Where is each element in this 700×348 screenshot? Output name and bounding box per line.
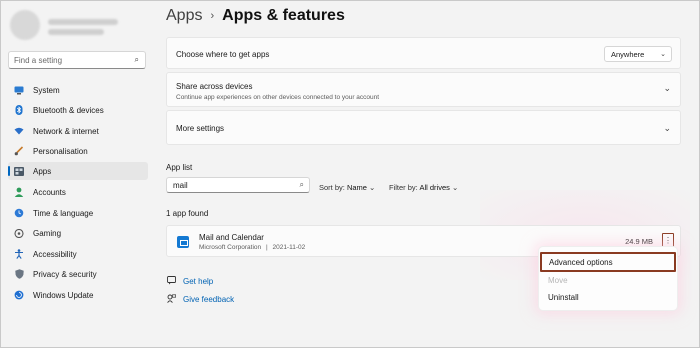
settings-search-input[interactable]: Find a setting ⌕ [8,51,146,69]
filter-by-control[interactable]: Filter by: All drives ⌄ [389,183,458,192]
feedback-icon [166,294,176,305]
app-count: 1 app found [166,209,209,218]
filter-label: Filter by: [389,183,418,192]
sidebar-item-bluetooth[interactable]: Bluetooth & devices [8,101,148,119]
card-where-to-get-apps: Choose where to get apps Anywhere ⌄ [166,37,681,69]
search-icon[interactable]: ⌕ [135,55,139,65]
app-install-date: 2021-11-02 [272,244,306,251]
chevron-down-icon: ⌄ [369,183,376,192]
mail-app-icon [177,236,189,248]
sidebar-item-label: Time & language [33,208,94,218]
chevron-right-icon: › [210,10,215,22]
card-title: Share across devices [176,82,253,91]
sidebar-item-privacy[interactable]: Privacy & security [8,265,148,283]
chevron-down-icon: ⌄ [451,183,459,192]
sidebar-item-label: Accessibility [33,249,77,259]
app-size: 24.9 MB [625,237,653,246]
page-title: Apps & features [222,7,345,24]
menu-item-uninstall[interactable]: Uninstall [548,293,579,302]
menu-item-label: Advanced options [549,258,613,267]
person-icon [14,187,24,197]
sidebar-item-label: Windows Update [33,290,94,300]
app-list-search-input[interactable]: mail ⌕ [166,177,310,193]
app-list-label: App list [166,163,193,172]
globe-clock-icon [14,208,24,218]
card-title: Choose where to get apps [176,50,270,59]
card-share-across-devices[interactable]: Share across devices Continue app experi… [166,72,681,107]
sidebar-item-label: Privacy & security [33,269,97,279]
sidebar-item-label: Bluetooth & devices [33,105,104,115]
sort-value: Name [346,183,367,192]
avatar [10,10,40,40]
chevron-down-icon: ⌄ [663,83,671,93]
sidebar-item-label: Gaming [33,228,62,238]
more-options-icon[interactable]: ⋮ [662,233,674,247]
sidebar-item-time-language[interactable]: Time & language [8,204,148,222]
breadcrumb-parent[interactable]: Apps [166,7,202,25]
sidebar-item-gaming[interactable]: Gaming [8,224,148,242]
app-source-dropdown[interactable]: Anywhere ⌄ [604,46,672,62]
app-list-search-value: mail [173,181,188,190]
sidebar-item-network[interactable]: Network & internet [8,122,148,140]
sidebar-item-personalisation[interactable]: Personalisation [8,142,148,160]
give-feedback-link[interactable]: Give feedback [166,294,234,305]
profile-name-blurred [48,19,118,25]
meta-separator: | [265,244,268,251]
get-help-label: Get help [183,277,214,286]
settings-search-placeholder: Find a setting [14,56,63,65]
card-subtitle: Continue app experiences on other device… [176,94,380,101]
wifi-icon [14,126,24,136]
sidebar-item-windows-update[interactable]: Windows Update [8,286,148,304]
app-name: Mail and Calendar [199,233,264,242]
help-icon [166,276,176,287]
chevron-down-icon: ⌄ [660,51,666,58]
apps-icon [14,166,24,176]
update-icon [14,290,24,300]
filter-value: All drives [419,183,450,192]
monitor-icon [14,85,24,95]
app-meta: Microsoft Corporation | 2021-11-02 [199,244,305,251]
brush-icon [14,146,24,156]
accessibility-icon [14,249,24,259]
sort-by-control[interactable]: Sort by: Name ⌄ [319,183,375,192]
breadcrumb: Apps › Apps & features [166,7,345,25]
sidebar-item-accounts[interactable]: Accounts [8,183,148,201]
search-icon[interactable]: ⌕ [300,180,304,190]
sidebar-item-label: Apps [33,166,52,176]
profile-email-blurred [48,29,104,35]
chevron-down-icon: ⌄ [663,123,671,133]
sidebar-item-label: Network & internet [33,126,99,136]
get-help-link[interactable]: Get help [166,276,213,287]
sidebar-item-system[interactable]: System [8,81,148,99]
active-indicator [8,166,10,176]
menu-item-move: Move [548,276,568,285]
user-profile [10,10,150,40]
card-more-settings[interactable]: More settings ⌄ [166,110,681,145]
sort-label: Sort by: [319,183,345,192]
bluetooth-icon [14,105,24,115]
sidebar-item-accessibility[interactable]: Accessibility [8,245,148,263]
sidebar-item-apps[interactable]: Apps [8,162,148,180]
give-feedback-label: Give feedback [183,295,235,304]
sidebar-item-label: Personalisation [33,146,88,156]
shield-icon [14,269,24,279]
sidebar-item-label: System [33,85,60,95]
menu-item-advanced-options[interactable]: Advanced options [540,252,676,272]
gamepad-icon [14,228,24,238]
sidebar-item-label: Accounts [33,187,66,197]
card-title: More settings [176,124,225,133]
app-publisher: Microsoft Corporation [199,244,262,251]
dropdown-value: Anywhere [611,50,645,59]
